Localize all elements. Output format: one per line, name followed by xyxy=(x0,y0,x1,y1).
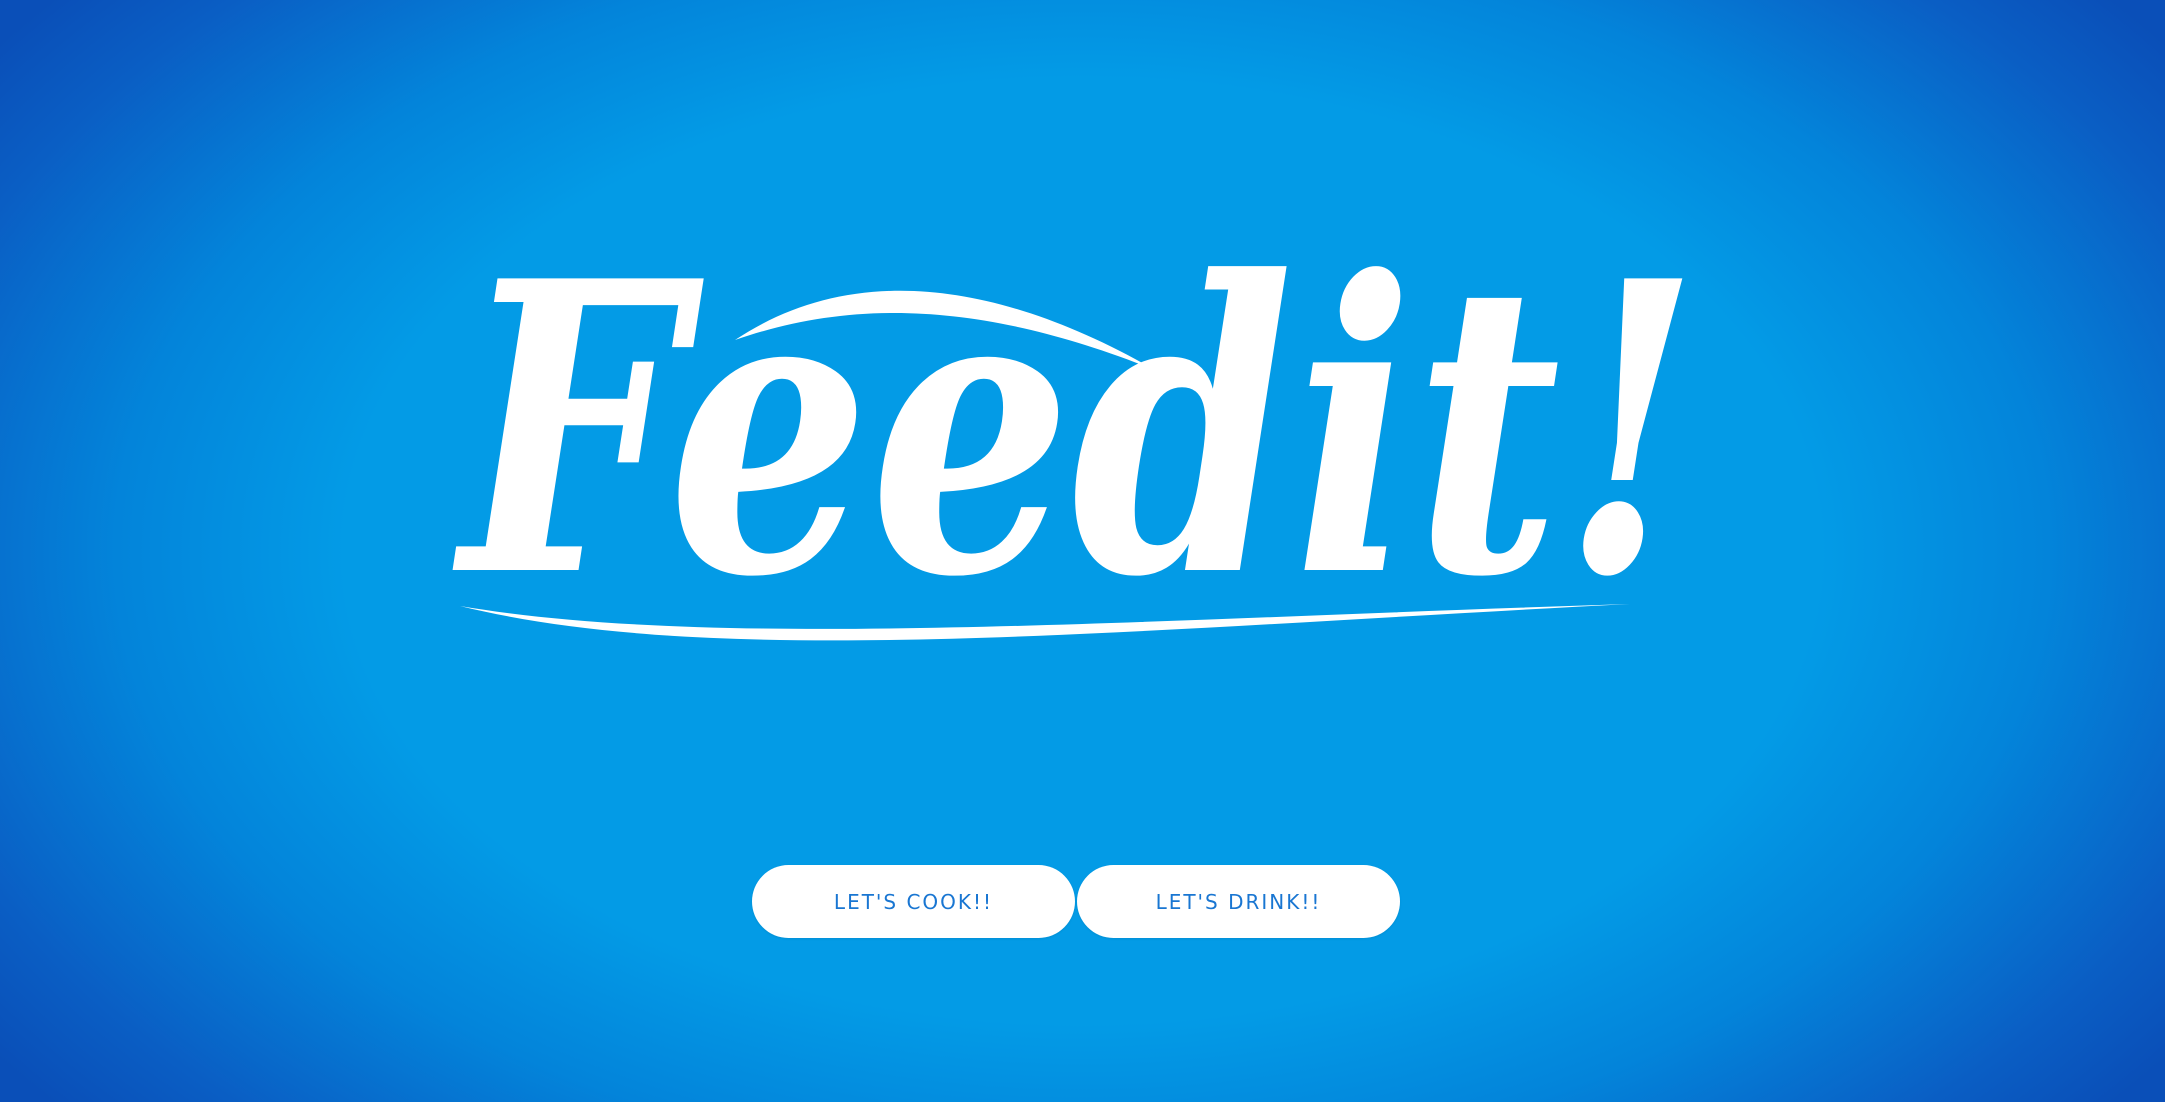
lets-drink-button[interactable]: LET'S DRINK!! xyxy=(1077,865,1400,938)
logo-wordmark: Feedit! xyxy=(450,200,1700,665)
feedit-logo: Feedit! Don’t Let Your Craving Stop You xyxy=(420,200,1740,680)
logo-graphic: Feedit! Don’t Let Your Craving Stop You xyxy=(450,200,1700,680)
action-buttons: LET'S COOK!! LET'S DRINK!! xyxy=(752,865,1400,938)
logo-tagline: Don’t Let Your Craving Stop You xyxy=(476,672,1638,680)
landing-hero: Feedit! Don’t Let Your Craving Stop You … xyxy=(0,0,2165,1102)
lets-cook-button[interactable]: LET'S COOK!! xyxy=(752,865,1075,938)
